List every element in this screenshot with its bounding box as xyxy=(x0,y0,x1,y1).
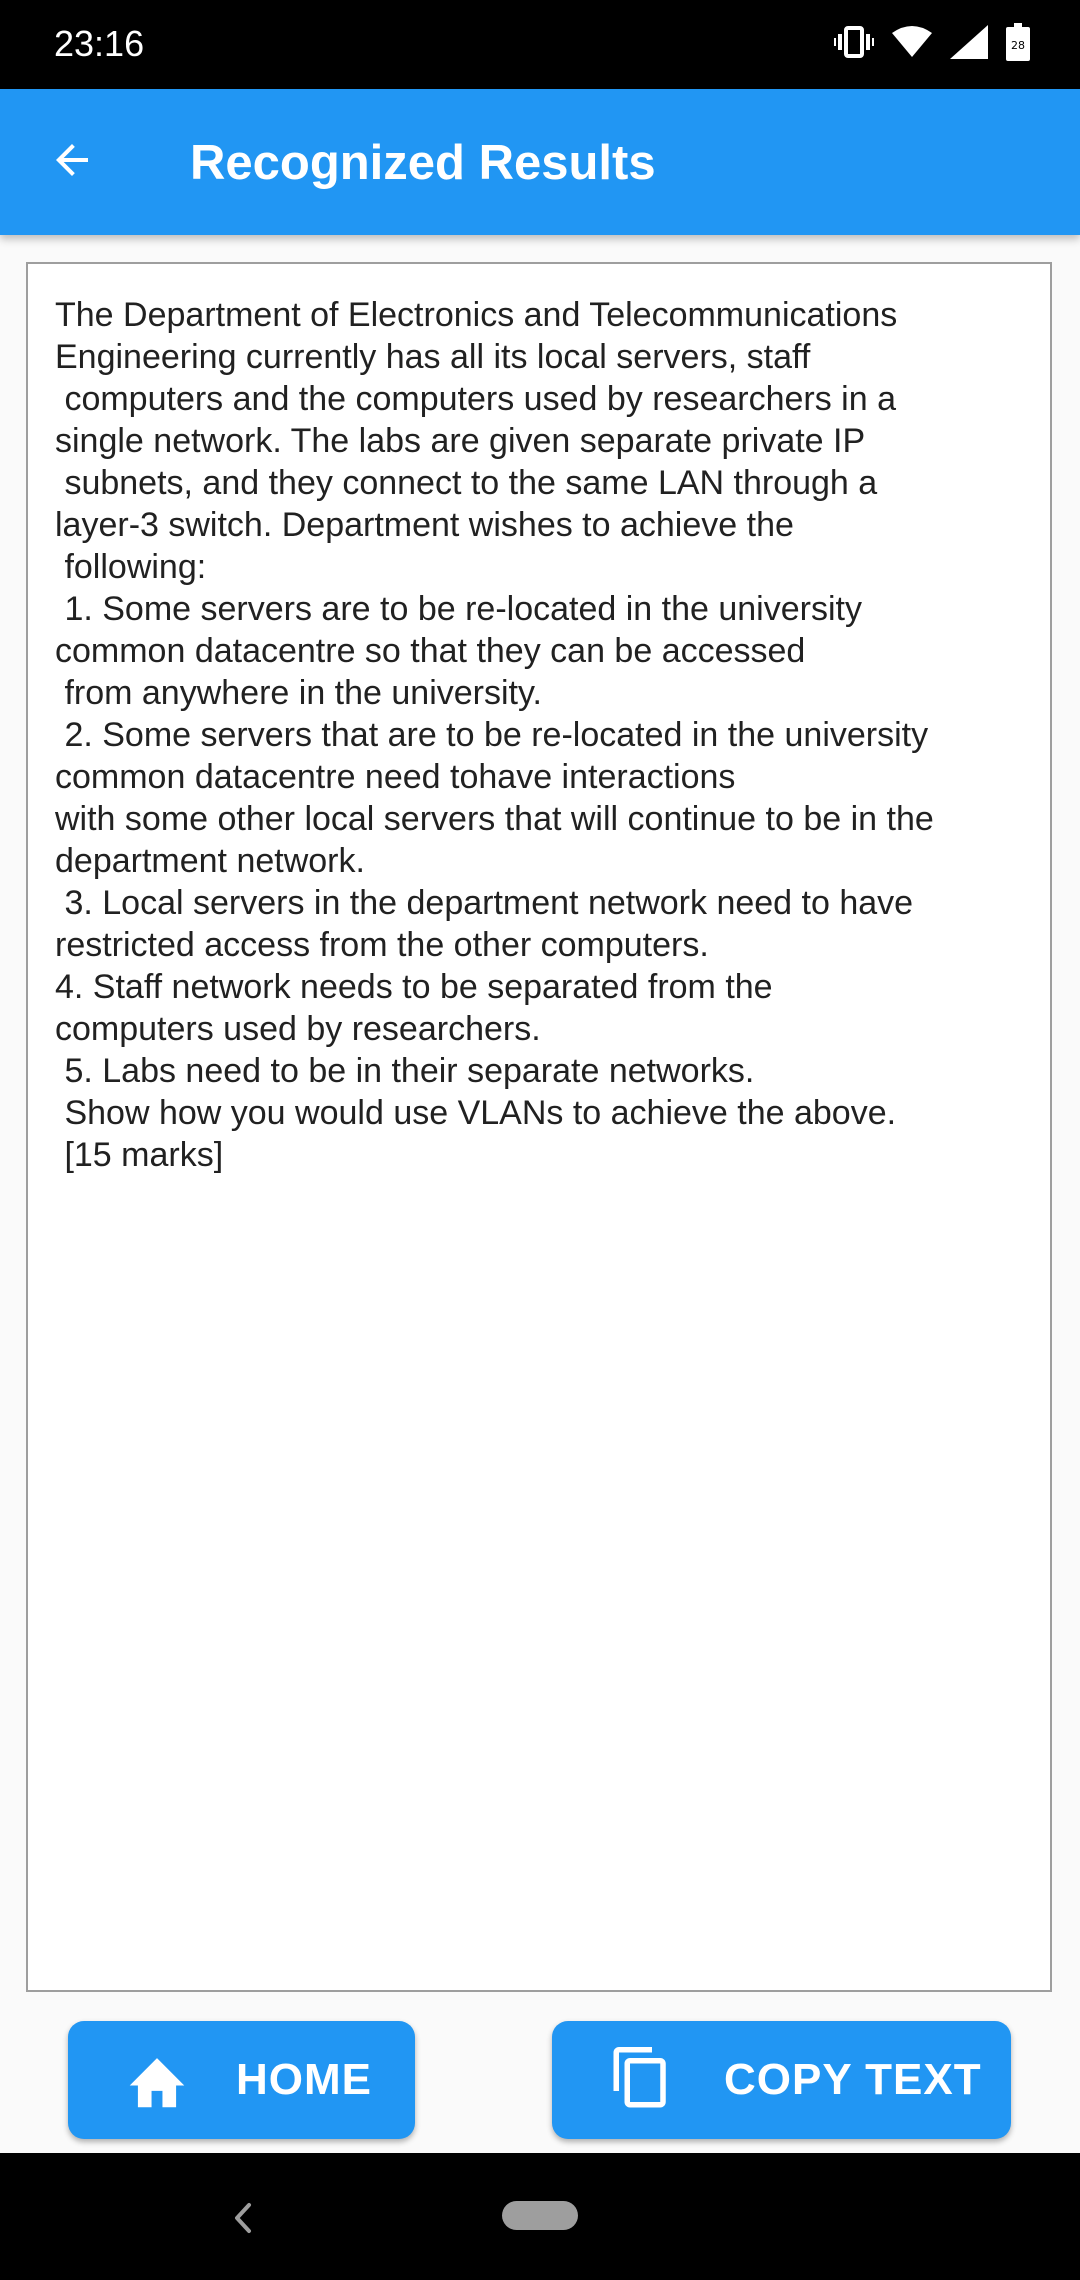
copy-text-button[interactable]: COPY TEXT xyxy=(552,2021,1011,2139)
nav-home-pill[interactable] xyxy=(502,2201,578,2230)
copy-icon xyxy=(608,2043,674,2117)
svg-text:28: 28 xyxy=(1011,39,1025,52)
nav-back-icon[interactable] xyxy=(222,2193,262,2243)
arrow-back-icon xyxy=(48,136,96,189)
status-time: 23:16 xyxy=(54,23,145,64)
home-button-label: HOME xyxy=(236,2055,372,2104)
recognized-text-box[interactable]: The Department of Electronics and Teleco… xyxy=(26,262,1052,1992)
battery-icon: 28 xyxy=(1006,22,1030,66)
copy-text-button-label: COPY TEXT xyxy=(724,2055,982,2104)
recognized-text[interactable]: The Department of Electronics and Teleco… xyxy=(55,294,1030,1176)
status-icons: 28 xyxy=(834,22,1030,66)
signal-icon xyxy=(950,24,988,64)
wifi-icon xyxy=(892,25,932,64)
status-bar: 23:16 28 xyxy=(0,0,1080,89)
home-button[interactable]: HOME xyxy=(68,2021,415,2139)
back-button[interactable] xyxy=(34,124,110,200)
navigation-bar xyxy=(0,2153,1080,2280)
app-bar: Recognized Results xyxy=(0,89,1080,235)
vibrate-icon xyxy=(834,25,874,64)
home-icon xyxy=(124,2050,190,2110)
page-title: Recognized Results xyxy=(190,136,656,190)
